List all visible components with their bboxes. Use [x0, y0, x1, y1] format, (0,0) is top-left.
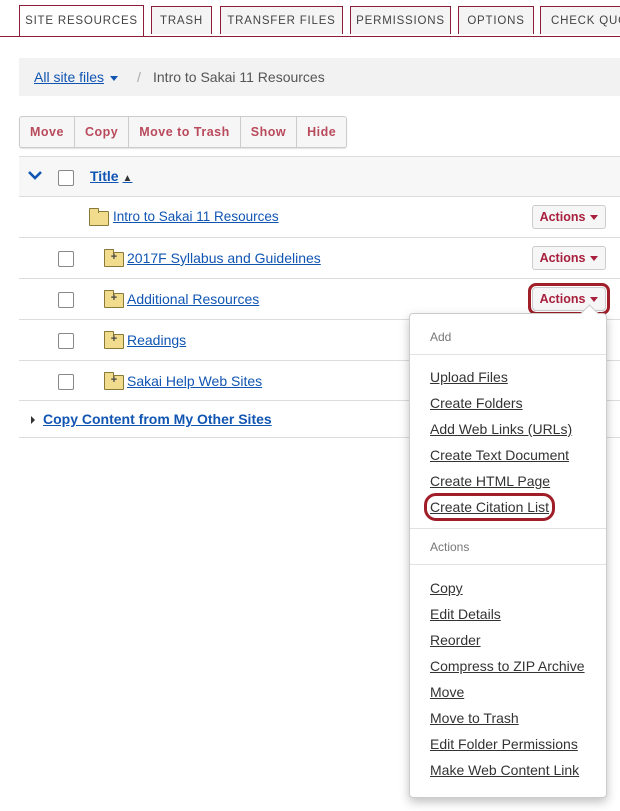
folder-expand-icon[interactable]: +	[104, 372, 124, 390]
chevron-down-icon	[110, 75, 119, 81]
tab-site-resources[interactable]: SITE RESOURCES	[19, 5, 144, 36]
chevron-down-icon	[590, 214, 599, 220]
table-row: + 2017F Syllabus and Guidelines Actions	[19, 237, 620, 278]
tab-permissions[interactable]: PERMISSIONS	[350, 6, 451, 34]
menu-divider	[410, 564, 606, 565]
menu-item-create-folders[interactable]: Create Folders	[430, 395, 523, 411]
actions-label: Actions	[539, 251, 586, 265]
folder-link[interactable]: Intro to Sakai 11 Resources	[113, 209, 279, 224]
actions-label: Actions	[539, 292, 586, 306]
chevron-down-icon	[590, 255, 599, 261]
menu-item-move-to-trash[interactable]: Move to Trash	[430, 710, 519, 726]
folder-icon	[89, 208, 109, 226]
menu-divider	[410, 354, 606, 355]
folder-expand-icon[interactable]: +	[104, 249, 124, 267]
collapse-chevron-icon[interactable]	[27, 167, 43, 183]
breadcrumb-separator: /	[137, 69, 141, 85]
row-checkbox[interactable]	[58, 251, 74, 267]
menu-item-create-citation-list[interactable]: Create Citation List	[423, 493, 556, 521]
tab-bar: SITE RESOURCES TRASH TRANSFER FILES PERM…	[0, 0, 620, 37]
menu-header-add: Add	[430, 330, 452, 344]
all-site-files-label: All site files	[34, 69, 105, 85]
folder-expand-icon[interactable]: +	[104, 290, 124, 308]
tab-transfer-files[interactable]: TRANSFER FILES	[220, 6, 343, 34]
row-checkbox[interactable]	[58, 292, 74, 308]
table-header: Title ▲	[19, 156, 620, 196]
show-button[interactable]: Show	[241, 117, 298, 147]
table-row: Intro to Sakai 11 Resources Actions	[19, 196, 620, 237]
folder-link[interactable]: 2017F Syllabus and Guidelines	[127, 250, 321, 266]
chevron-down-icon	[590, 296, 599, 302]
menu-item-upload-files[interactable]: Upload Files	[430, 369, 508, 385]
actions-button-highlighted[interactable]: Actions	[528, 283, 610, 315]
menu-item-add-web-links[interactable]: Add Web Links (URLs)	[430, 421, 572, 437]
tab-trash[interactable]: TRASH	[151, 6, 212, 34]
menu-header-actions: Actions	[430, 540, 470, 554]
actions-button[interactable]: Actions	[532, 246, 606, 270]
folder-link[interactable]: Readings	[127, 332, 186, 348]
menu-item-create-text-document[interactable]: Create Text Document	[430, 447, 569, 463]
copy-button[interactable]: Copy	[75, 117, 130, 147]
select-all-checkbox[interactable]	[58, 170, 74, 186]
row-checkbox[interactable]	[58, 333, 74, 349]
actions-label: Actions	[539, 210, 586, 224]
row-checkbox[interactable]	[58, 374, 74, 390]
menu-item-edit-folder-permissions[interactable]: Edit Folder Permissions	[430, 736, 578, 752]
tab-check-quota[interactable]: CHECK QUO	[540, 6, 620, 34]
bulk-actions-toolbar: Move Copy Move to Trash Show Hide	[19, 116, 348, 148]
menu-item-compress-zip[interactable]: Compress to ZIP Archive	[430, 658, 585, 674]
folder-expand-icon[interactable]: +	[104, 331, 124, 349]
folder-link[interactable]: Additional Resources	[127, 291, 259, 307]
title-header-label: Title	[90, 168, 119, 184]
menu-item-reorder[interactable]: Reorder	[430, 632, 481, 648]
move-to-trash-button[interactable]: Move to Trash	[129, 117, 241, 147]
menu-item-create-html-page[interactable]: Create HTML Page	[430, 473, 550, 489]
menu-item-copy[interactable]: Copy	[430, 580, 463, 596]
sort-ascending-icon: ▲	[122, 173, 133, 184]
breadcrumb-current: Intro to Sakai 11 Resources	[153, 69, 325, 85]
menu-item-make-web-content-link[interactable]: Make Web Content Link	[430, 762, 579, 778]
folder-link[interactable]: Sakai Help Web Sites	[127, 373, 262, 389]
breadcrumb: All site files / Intro to Sakai 11 Resou…	[19, 58, 620, 96]
menu-divider	[410, 528, 606, 529]
actions-dropdown-menu: Add Upload Files Create Folders Add Web …	[409, 304, 607, 798]
expand-triangle-icon	[31, 416, 35, 424]
move-button[interactable]: Move	[20, 117, 75, 147]
menu-item-edit-details[interactable]: Edit Details	[430, 606, 501, 622]
all-site-files-link[interactable]: All site files	[34, 69, 119, 85]
actions-button[interactable]: Actions	[532, 205, 606, 229]
title-column-header[interactable]: Title ▲	[90, 168, 132, 184]
hide-button[interactable]: Hide	[297, 117, 346, 147]
menu-item-move[interactable]: Move	[430, 684, 464, 700]
tab-options[interactable]: OPTIONS	[458, 6, 534, 34]
copy-content-link[interactable]: Copy Content from My Other Sites	[43, 411, 272, 427]
